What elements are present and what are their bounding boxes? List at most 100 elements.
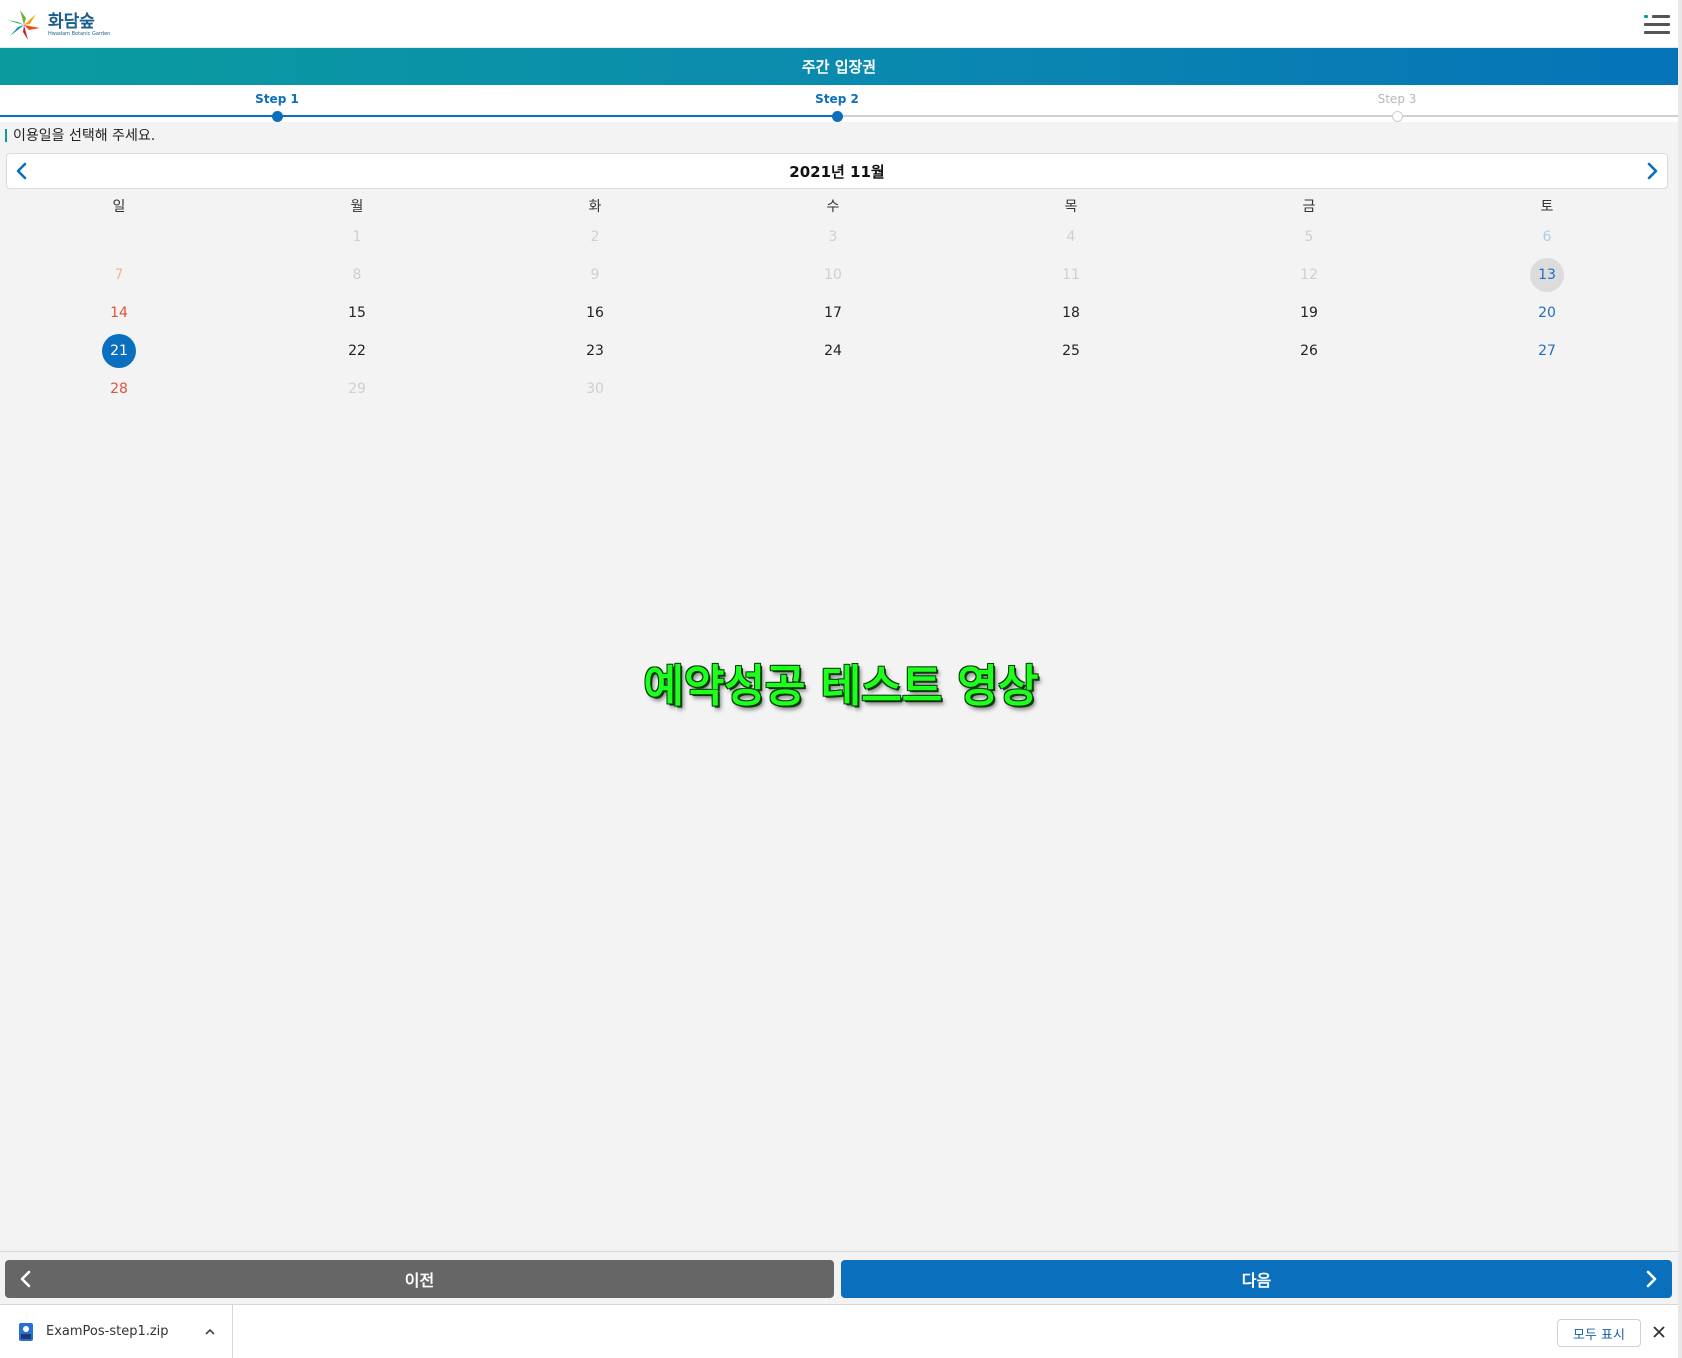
calendar-day-cell [714,370,952,408]
day-number: 7 [114,267,124,283]
month-navigator: 2021년 11월 [6,153,1668,189]
instruction-text: 이용일을 선택해 주세요. [13,128,156,144]
calendar-grid: 일 월 화 수 목 금 토 1 2 3 4 5 6 7 8 9 10 11 12 13 14 15 16 17 1… [0,193,1666,408]
day-number: 10 [824,267,842,283]
chevron-right-icon [1646,1270,1657,1288]
calendar-day-cell: 4 [952,218,1190,256]
day-number: 16 [586,305,604,321]
calendar-day-cell[interactable]: 24 [714,332,952,370]
day-number: 8 [352,267,362,283]
calendar-day-cell: 7 [0,256,238,294]
calendar-day-cell[interactable]: 18 [952,294,1190,332]
day-number: 1 [352,229,362,245]
logo[interactable]: 화담숲 Hwadam Botanic Garden [6,8,110,42]
prev-month-chevron-left-icon[interactable] [13,162,31,180]
step-1-dot [271,111,283,122]
calendar-week-row: 14 15 16 17 18 19 20 [0,294,1666,332]
day-number: 6 [1542,229,1552,245]
calendar-day-cell: 3 [714,218,952,256]
step-3-label: Step 3 [1377,92,1417,106]
prev-button-label: 이전 [404,1271,435,1290]
step-1-label: Step 1 [255,92,299,106]
calendar-day-cell[interactable]: 21 [0,332,238,370]
day-number: 17 [824,305,842,321]
calendar-day-cell[interactable]: 27 [1428,332,1666,370]
logo-subtitle: Hwadam Botanic Garden [48,30,111,37]
day-number: 9 [590,267,600,283]
calendar-weeks: 1 2 3 4 5 6 7 8 9 10 11 12 13 14 15 16 17 18 19 20 21 22 23 24 2… [0,218,1666,408]
step-2-label: Step 2 [815,92,859,106]
calendar-day-cell[interactable]: 22 [238,332,476,370]
weekday-sat: 토 [1540,198,1554,215]
bottom-divider [0,1251,1678,1252]
calendar-day-cell: 11 [952,256,1190,294]
step-3-dot [1391,111,1403,122]
weekday-wed: 수 [826,198,840,215]
hamburger-menu-icon[interactable] [1642,13,1670,35]
zip-file-icon [19,1323,33,1341]
calendar-day-cell: 9 [476,256,714,294]
day-number: 29 [348,381,366,397]
calendar-day-cell[interactable]: 17 [714,294,952,332]
step-progress: Step 1 Step 2 Step 3 [0,85,1678,122]
logo-name: 화담숲 [48,11,95,32]
instruction-bar [5,128,7,142]
calendar-day-cell[interactable]: 23 [476,332,714,370]
day-number: 12 [1300,267,1318,283]
day-number: 2 [590,229,600,245]
calendar-day-cell [0,218,238,256]
calendar-day-cell: 2 [476,218,714,256]
calendar-day-cell: 10 [714,256,952,294]
day-number: 20 [1538,305,1556,321]
calendar-day-cell[interactable]: 26 [1190,332,1428,370]
day-number: 15 [348,305,366,321]
scrollbar-edge [1678,0,1682,1358]
calendar-day-cell [1428,370,1666,408]
logo-leaf-icon [7,10,40,40]
day-number: 11 [1062,267,1080,283]
download-item[interactable]: ExamPos-step1.zip [0,1305,233,1358]
day-number: 18 [1062,305,1080,321]
day-number: 14 [110,305,128,321]
calendar-day-cell[interactable]: 16 [476,294,714,332]
day-number: 23 [586,343,604,359]
day-number: 27 [1538,343,1556,359]
calendar-week-row: 7 8 9 10 11 12 13 [0,256,1666,294]
calendar-day-cell[interactable]: 13 [1428,256,1666,294]
calendar-day-cell[interactable]: 15 [238,294,476,332]
day-number: 22 [348,343,366,359]
prev-button[interactable]: 이전 [5,1260,834,1298]
close-icon[interactable] [1650,1323,1668,1341]
calendar-day-cell: 29 [238,370,476,408]
day-number: 25 [1062,343,1080,359]
calendar-day-cell[interactable]: 20 [1428,294,1666,332]
day-number: 30 [586,381,604,397]
calendar-day-cell: 6 [1428,218,1666,256]
day-number: 24 [824,343,842,359]
calendar-day-cell[interactable]: 19 [1190,294,1428,332]
calendar-day-cell: 12 [1190,256,1428,294]
day-number: 3 [828,229,838,245]
weekday-tue: 화 [588,198,602,215]
calendar-day-cell[interactable]: 28 [0,370,238,408]
download-file-name: ExamPos-step1.zip [46,1324,169,1339]
weekday-sun: 일 [112,198,126,215]
selected-day: 21 [102,334,136,368]
calendar-day-cell [952,370,1190,408]
calendar-day-cell[interactable]: 14 [0,294,238,332]
show-all-button[interactable]: 모두 표시 [1557,1319,1641,1347]
calendar-day-cell[interactable]: 25 [952,332,1190,370]
day-number: 5 [1304,229,1314,245]
page-title: 주간 입장권 [0,48,1678,85]
calendar-week-row: 1 2 3 4 5 6 [0,218,1666,256]
weekday-mon: 월 [350,198,364,215]
weekday-thu: 목 [1064,198,1078,215]
step-line-progress [0,115,837,117]
chevron-up-icon[interactable] [203,1325,217,1339]
weekday-header-row: 일 월 화 수 목 금 토 [0,193,1666,218]
day-number: 28 [110,381,128,397]
next-month-chevron-right-icon[interactable] [1643,162,1661,180]
download-bar: ExamPos-step1.zip 모두 표시 [0,1304,1682,1358]
calendar-day-cell: 8 [238,256,476,294]
next-button[interactable]: 다음 [841,1260,1672,1298]
